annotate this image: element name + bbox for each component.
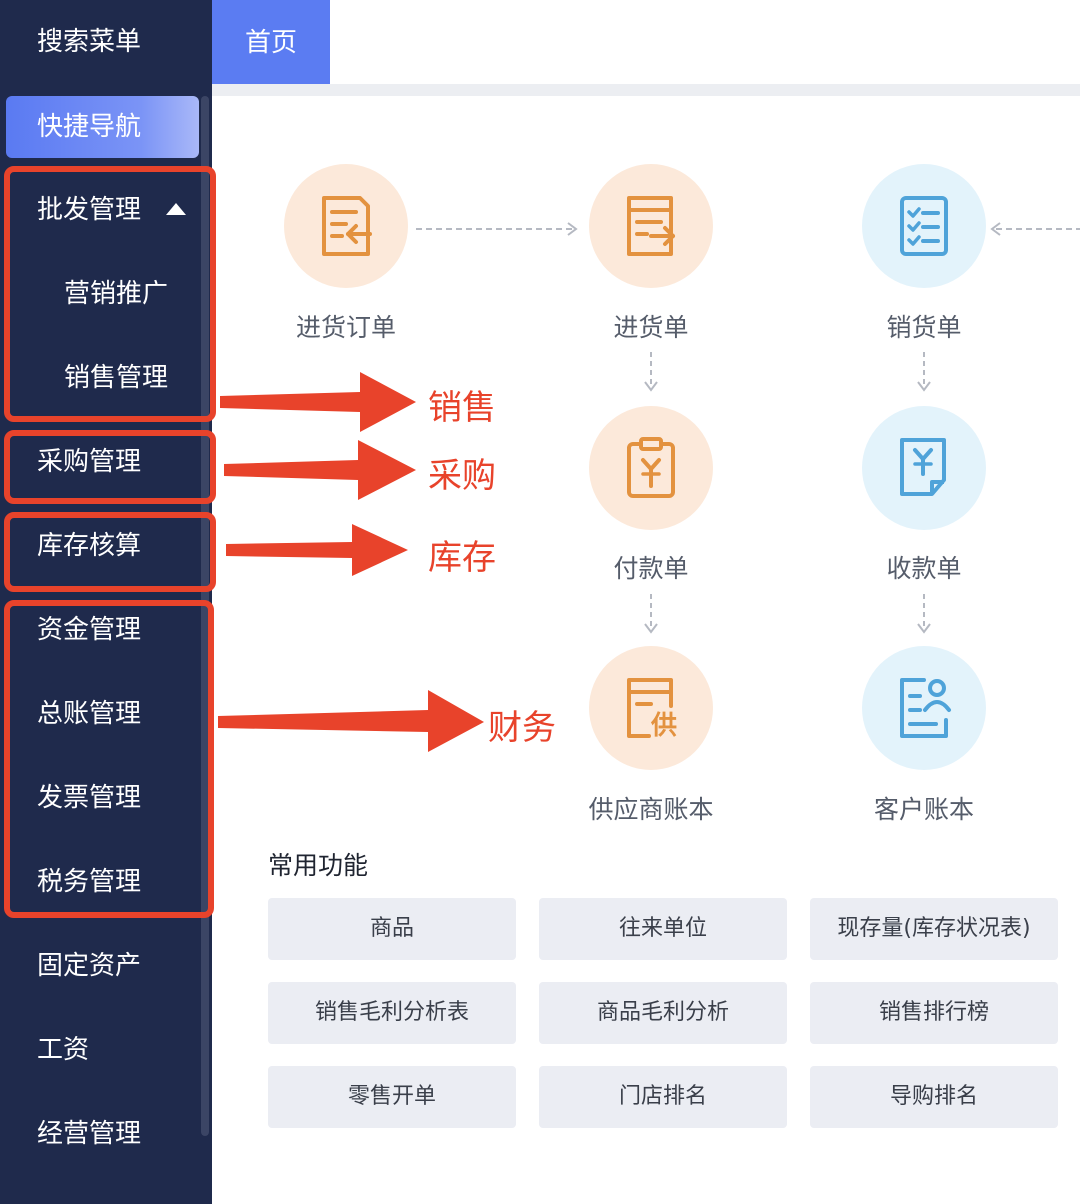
highlight-inventory — [4, 512, 216, 592]
arrow-finance — [218, 690, 484, 752]
customer-ledger-icon — [900, 678, 951, 738]
checklist-icon — [900, 196, 948, 256]
sales-order-label: 销货单 — [886, 313, 962, 342]
guide-ranking-button[interactable]: 导购排名 — [810, 1066, 1058, 1128]
sidebar-item-label: 经营管理 — [37, 1119, 142, 1149]
annotation-sales: 销售 — [428, 388, 496, 428]
common-functions-title: 常用功能 — [268, 851, 369, 880]
arrow-inventory — [226, 524, 408, 576]
flow-arrow-down — [917, 352, 931, 392]
tab-home[interactable]: 首页 — [212, 0, 330, 84]
supplier-ledger-label: 供应商账本 — [588, 795, 714, 824]
annotation-purchase: 采购 — [428, 456, 496, 496]
sales-margin-report-button[interactable]: 销售毛利分析表 — [268, 982, 516, 1044]
purchase-receipt-label: 进货单 — [613, 313, 689, 342]
payment-label: 付款单 — [613, 554, 689, 583]
purchase-receipt-node[interactable] — [589, 164, 713, 288]
search-menu-label: 搜索菜单 — [37, 27, 142, 57]
sidebar-item-label: 固定资产 — [37, 951, 142, 981]
retail-billing-button[interactable]: 零售开单 — [268, 1066, 516, 1128]
store-ranking-button[interactable]: 门店排名 — [539, 1066, 787, 1128]
payment-node[interactable] — [589, 406, 713, 530]
flow-arrow-down — [917, 594, 931, 634]
sales-order-node[interactable] — [862, 164, 986, 288]
highlight-finance-group — [4, 600, 214, 918]
quick-nav-label: 快捷导航 — [37, 112, 142, 142]
payment-clipboard-icon — [627, 437, 675, 498]
highlight-purchase — [4, 430, 216, 504]
sidebar-item-payroll[interactable]: 工资 — [0, 1020, 200, 1080]
flow-arrow-down — [644, 352, 658, 392]
tab-bar — [212, 0, 1080, 84]
receipt-label: 收款单 — [886, 554, 962, 583]
purchase-order-node[interactable] — [284, 164, 408, 288]
highlight-sales-group — [4, 166, 216, 422]
flow-arrow-left — [990, 222, 1080, 236]
sidebar-item-operations[interactable]: 经营管理 — [0, 1104, 200, 1164]
sidebar-item-fixed-assets[interactable]: 固定资产 — [0, 936, 200, 996]
sales-ranking-button[interactable]: 销售排行榜 — [810, 982, 1058, 1044]
receipt-node[interactable] — [862, 406, 986, 530]
goods-button[interactable]: 商品 — [268, 898, 516, 960]
sidebar-item-label: 工资 — [37, 1035, 90, 1065]
supplier-ledger-node[interactable]: 供 — [589, 646, 713, 770]
customer-ledger-label: 客户账本 — [873, 795, 974, 824]
annotation-inventory: 库存 — [428, 538, 496, 578]
annotation-finance: 财务 — [488, 708, 556, 748]
purchase-order-label: 进货订单 — [295, 313, 396, 342]
search-menu[interactable]: 搜索菜单 — [0, 12, 200, 72]
svg-text:供: 供 — [650, 711, 677, 740]
purchase-order-icon — [322, 196, 372, 256]
purchase-receipt-icon — [627, 196, 675, 256]
arrow-purchase — [224, 440, 416, 500]
quick-nav-button[interactable]: 快捷导航 — [6, 96, 199, 158]
supplier-ledger-icon: 供 — [627, 678, 677, 740]
tab-divider — [212, 84, 1080, 96]
receipt-document-icon — [900, 438, 946, 496]
flow-arrow-right — [416, 222, 578, 236]
arrow-sales — [220, 372, 416, 432]
business-partners-button[interactable]: 往来单位 — [539, 898, 787, 960]
stock-status-button[interactable]: 现存量(库存状况表) — [810, 898, 1058, 960]
flow-arrow-down — [644, 594, 658, 634]
goods-margin-analysis-button[interactable]: 商品毛利分析 — [539, 982, 787, 1044]
customer-ledger-node[interactable] — [862, 646, 986, 770]
